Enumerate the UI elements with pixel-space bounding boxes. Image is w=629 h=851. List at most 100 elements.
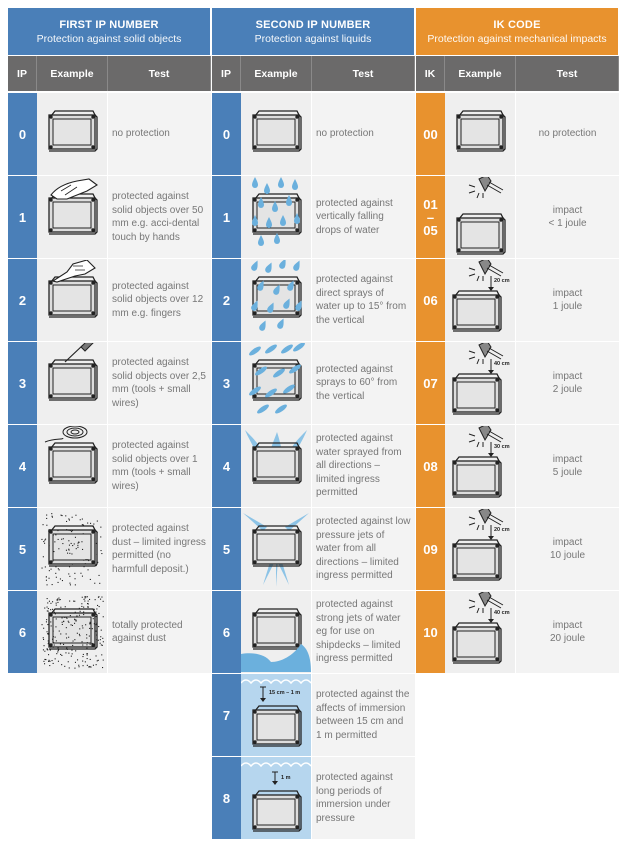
test-cell: protected against solid objects over 2,5… bbox=[108, 342, 211, 424]
deep-immersion-icon: 1 m bbox=[241, 762, 311, 832]
table-row: 2 protected against direct sprays of wat… bbox=[212, 258, 415, 341]
test-cell: totally protected against dust bbox=[108, 591, 211, 673]
section-first-ip-number: FIRST IP NUMBER Protection against solid… bbox=[8, 8, 211, 673]
low-pressure-jets-icon bbox=[243, 513, 309, 587]
rows: 00 no protection 01 – 05 impact < 1 joul… bbox=[416, 92, 619, 673]
test-cell: impact 5 joule bbox=[516, 425, 619, 507]
rows: 0 no protection 1 protected against vert… bbox=[212, 92, 415, 839]
section-subtitle: Protection against solid objects bbox=[36, 32, 182, 45]
strong-jets-wave-icon bbox=[241, 608, 311, 672]
code-value: 1 bbox=[222, 209, 231, 225]
test-cell: protected against solid objects over 1 m… bbox=[108, 425, 211, 507]
column-header-test: Test bbox=[312, 56, 415, 91]
test-description: impact 1 joule bbox=[552, 287, 583, 313]
code-cell: 00 bbox=[416, 93, 445, 175]
code-value: 5 bbox=[222, 541, 231, 557]
code-value: 07 bbox=[423, 375, 438, 391]
example-cell bbox=[241, 508, 312, 590]
svg-text:40 cm: 40 cm bbox=[494, 610, 510, 616]
code-cell: 2 bbox=[212, 259, 241, 341]
code-value: 01 – 05 bbox=[423, 196, 438, 238]
code-value: 6 bbox=[18, 624, 27, 640]
test-description: impact 5 joule bbox=[552, 453, 583, 479]
example-cell bbox=[37, 342, 108, 424]
svg-text:30 cm: 30 cm bbox=[494, 444, 510, 450]
hammer-drop-icon: 20 cm bbox=[452, 509, 510, 581]
table-row: 09 20 cm impact 10 joule bbox=[416, 507, 619, 590]
section-header: FIRST IP NUMBER Protection against solid… bbox=[8, 8, 211, 55]
code-cell: 0 bbox=[212, 93, 241, 175]
code-cell: 1 bbox=[8, 176, 37, 258]
section-subtitle: Protection against liquids bbox=[254, 32, 372, 45]
example-cell bbox=[241, 259, 312, 341]
section-title: IK CODE bbox=[493, 18, 541, 31]
example-cell bbox=[241, 591, 312, 673]
test-description: no protection bbox=[112, 128, 170, 140]
column-header-test: Test bbox=[108, 56, 211, 91]
example-cell bbox=[241, 93, 312, 175]
svg-text:15 cm – 1 m: 15 cm – 1 m bbox=[269, 690, 300, 696]
table-row: 0 no protection bbox=[212, 92, 415, 175]
table-row: 6 totally protected against dust bbox=[8, 590, 211, 673]
test-cell: protected against sprays to 60° from the… bbox=[312, 342, 415, 424]
table-row: 00 no protection bbox=[416, 92, 619, 175]
table-row: 8 1 m protected against long periods of … bbox=[212, 756, 415, 839]
finger-touch-icon bbox=[48, 260, 98, 318]
column-header-ip: IP bbox=[8, 56, 37, 91]
test-cell: impact 2 joule bbox=[516, 342, 619, 424]
column-header-row: IP Example Test bbox=[8, 56, 211, 91]
svg-text:1 m: 1 m bbox=[281, 775, 291, 781]
wire-coil-icon bbox=[44, 426, 98, 484]
test-description: protected against low pressure jets of w… bbox=[316, 516, 411, 582]
code-value: 8 bbox=[222, 790, 231, 806]
code-cell: 4 bbox=[212, 425, 241, 507]
hammer-drop-icon: 40 cm bbox=[452, 592, 510, 664]
code-value: 6 bbox=[222, 624, 231, 640]
spray-60-icon bbox=[249, 343, 305, 414]
test-cell: no protection bbox=[108, 93, 211, 175]
code-cell: 7 bbox=[212, 674, 241, 756]
rows: 0 no protection 1 protected against soli… bbox=[8, 92, 211, 673]
test-description: protected against sprays to 60° from the… bbox=[316, 363, 398, 402]
table-row: 6 protected against strong jets of water… bbox=[212, 590, 415, 673]
hammer-drop-icon: 40 cm bbox=[452, 343, 510, 415]
test-cell: protected against the affects of immersi… bbox=[312, 674, 415, 756]
example-cell: 40 cm bbox=[445, 342, 516, 424]
code-value: 2 bbox=[18, 292, 27, 308]
test-description: protected against direct sprays of water… bbox=[316, 274, 407, 326]
test-description: protected against solid objects over 2,5… bbox=[112, 357, 206, 409]
hand-touch-icon bbox=[48, 178, 98, 235]
code-cell: 4 bbox=[8, 425, 37, 507]
code-cell: 3 bbox=[212, 342, 241, 424]
code-value: 0 bbox=[18, 126, 27, 142]
table-row: 5 protected against dust – limited ingre… bbox=[8, 507, 211, 590]
section-second-ip-number: SECOND IP NUMBER Protection against liqu… bbox=[212, 8, 415, 839]
test-cell: impact 1 joule bbox=[516, 259, 619, 341]
test-description: impact 2 joule bbox=[552, 370, 583, 396]
test-description: protected against solid objects over 50 … bbox=[112, 191, 204, 243]
table-row: 5 protected against low pressure jets of… bbox=[212, 507, 415, 590]
splash-all-directions-icon bbox=[245, 430, 307, 484]
code-cell: 1 bbox=[212, 176, 241, 258]
hammer-drop-icon: 20 cm bbox=[452, 260, 510, 332]
test-description: impact 20 joule bbox=[549, 619, 586, 645]
test-cell: protected against direct sprays of water… bbox=[312, 259, 415, 341]
code-value: 2 bbox=[222, 292, 231, 308]
example-cell bbox=[445, 176, 516, 258]
table-row: 3 protected against sprays to 60° from t… bbox=[212, 341, 415, 424]
example-cell: 30 cm bbox=[445, 425, 516, 507]
svg-text:20 cm: 20 cm bbox=[494, 278, 510, 284]
table-row: 08 30 cm impact 5 joule bbox=[416, 424, 619, 507]
section-header: SECOND IP NUMBER Protection against liqu… bbox=[212, 8, 415, 55]
hammer-drop-icon: 30 cm bbox=[452, 426, 510, 498]
test-description: protected against water sprayed from all… bbox=[316, 433, 402, 499]
code-cell: 8 bbox=[212, 757, 241, 839]
svg-text:20 cm: 20 cm bbox=[494, 527, 510, 533]
code-cell: 5 bbox=[8, 508, 37, 590]
table-row: 0 no protection bbox=[8, 92, 211, 175]
table-row: 01 – 05 impact < 1 joule bbox=[416, 175, 619, 258]
column-header-ik: IK bbox=[416, 56, 445, 91]
example-cell bbox=[37, 508, 108, 590]
code-value: 4 bbox=[222, 458, 231, 474]
test-description: protected against vertically falling dro… bbox=[316, 197, 393, 236]
